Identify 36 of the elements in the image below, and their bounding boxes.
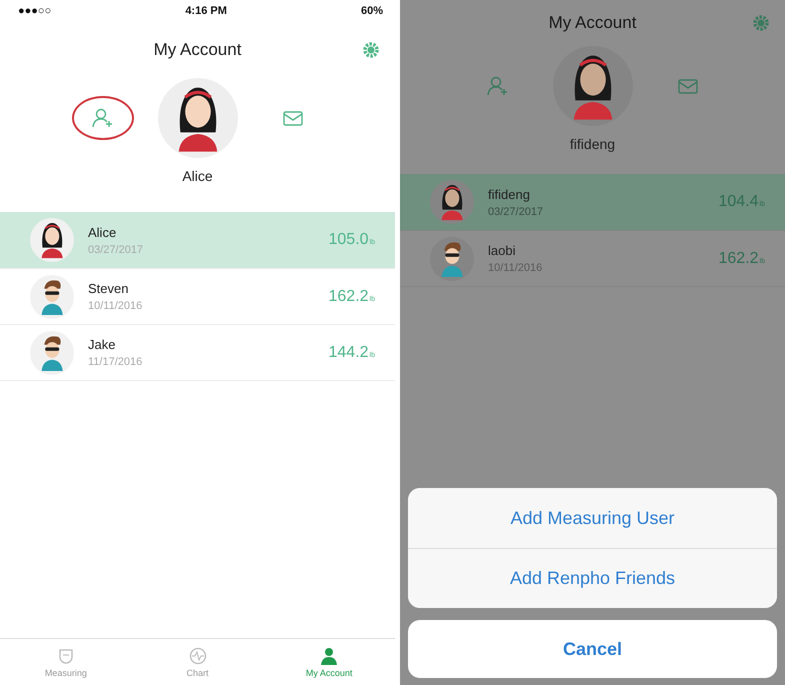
mail-icon (282, 110, 302, 126)
user-date: 11/17/2016 (88, 356, 144, 368)
tab-bar-item[interactable]: My Account (263, 639, 396, 685)
boy-avatar-icon (38, 334, 66, 372)
settings-icon[interactable] (363, 42, 379, 58)
user-name: fifideng (488, 186, 531, 202)
shield-icon (56, 646, 75, 664)
screen-title: My Account (548, 13, 636, 33)
person-icon (320, 646, 338, 664)
settings-icon[interactable] (753, 15, 769, 31)
profile-name: Alice (182, 168, 213, 184)
screen-title: My Account (154, 40, 242, 60)
user-date: 03/27/2017 (88, 244, 144, 256)
girl-avatar-icon (438, 183, 466, 221)
user-name: laobi (488, 243, 516, 258)
boy-avatar-icon (438, 240, 466, 278)
cancel-button[interactable]: Cancel (408, 620, 777, 678)
add-user-button[interactable] (72, 96, 134, 140)
user-date: 10/11/2016 (88, 300, 144, 312)
battery-level: 60% (360, 5, 383, 17)
status-time: 4:16 PM (185, 5, 227, 17)
pulse-circle-icon (188, 646, 206, 664)
mail-icon (678, 78, 698, 94)
profile-name: fifideng (570, 136, 616, 152)
user-name: Jake (88, 337, 116, 352)
user-date: 03/27/2017 (488, 206, 544, 218)
user-name: Alice (88, 224, 118, 240)
girl-avatar-icon (38, 221, 66, 259)
add-user-icon (92, 108, 114, 128)
tab-bar-item[interactable]: Chart (132, 639, 264, 685)
tab-bar-item[interactable]: Measuring (0, 639, 132, 685)
user-name: Steven (88, 281, 130, 296)
signal-strength: ●●●○○ (18, 5, 52, 17)
add-user-icon (486, 76, 508, 96)
action-sheet-option[interactable]: Add Renpho Friends (408, 548, 777, 608)
boy-avatar-icon (38, 278, 66, 316)
